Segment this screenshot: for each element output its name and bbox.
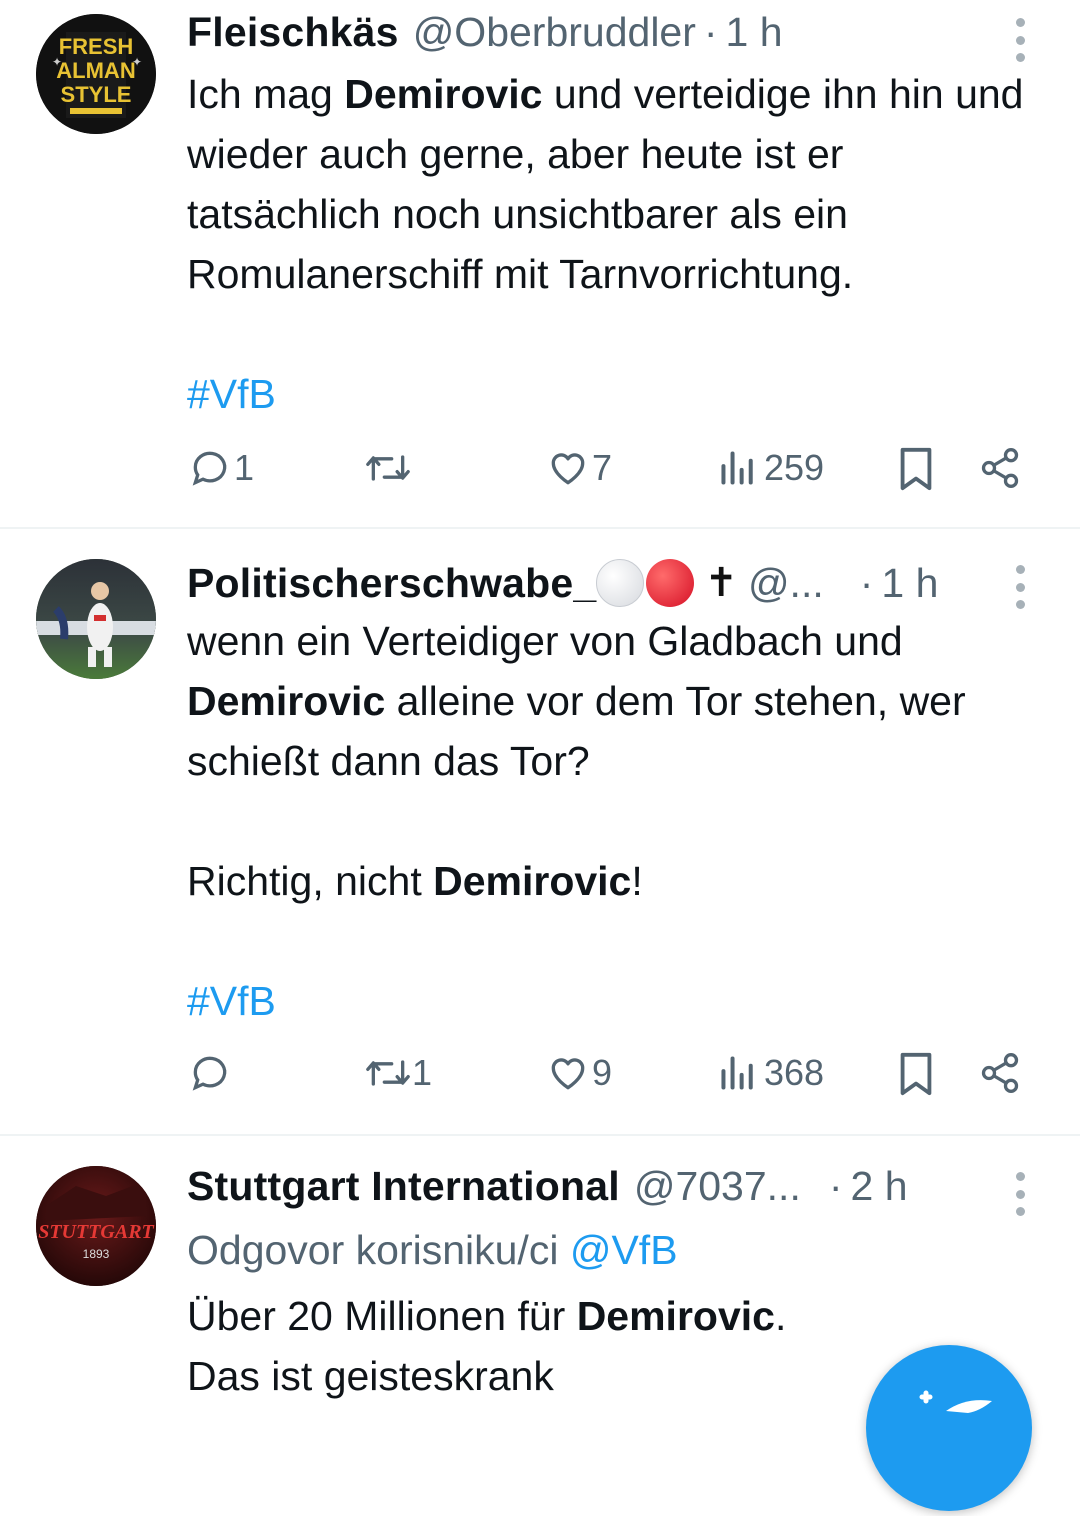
more-icon[interactable] [1010, 1172, 1030, 1216]
share-icon [981, 448, 1019, 488]
views-icon [721, 1056, 753, 1090]
hashtag-link[interactable]: #VfB [187, 978, 276, 1024]
like-count: 7 [592, 447, 613, 488]
white-circle-icon [596, 559, 645, 607]
tweet-header: Stuttgart International @7037... · 2 h [187, 1158, 1010, 1214]
share-button[interactable] [978, 446, 1022, 490]
compose-button[interactable] [866, 1345, 1032, 1511]
compose-icon [919, 1390, 992, 1413]
user-handle[interactable]: @Oberbruddler [413, 9, 696, 56]
tweet-header: Politischerschwabe_ ✝ @... · 1 h [187, 555, 1010, 611]
separator-dot: · [703, 8, 718, 55]
bookmark-button[interactable] [896, 446, 936, 492]
timestamp[interactable]: 1 h [726, 9, 783, 56]
more-icon[interactable] [1010, 565, 1030, 609]
like-count: 9 [592, 1052, 613, 1093]
views-count: 259 [764, 447, 825, 488]
retweet-count: 1 [412, 1052, 433, 1093]
views-button[interactable]: 259 [718, 446, 824, 490]
like-icon [551, 1058, 585, 1090]
avatar-text-1: FRESH [59, 34, 134, 59]
timestamp[interactable]: 1 h [881, 560, 938, 607]
tweet-paragraph: Richtig, nicht Demirovic! [187, 851, 1040, 911]
separator-dot: · [859, 559, 874, 606]
views-count: 368 [764, 1052, 825, 1093]
tweet-2[interactable]: Politischerschwabe_ ✝ @... · 1 h wenn ei… [0, 529, 1080, 1134]
share-button[interactable] [978, 1051, 1022, 1095]
tweet-text: wenn ein Verteidiger von Gladbach und De… [187, 611, 1040, 1031]
retweet-icon [366, 1060, 410, 1086]
bold-keyword: Demirovic [344, 71, 543, 117]
timestamp[interactable]: 2 h [851, 1163, 908, 1210]
tweet-paragraph: Ich mag Demirovic und verteidige ihn hin… [187, 64, 1040, 304]
svg-text:✦: ✦ [52, 55, 62, 69]
tweet-paragraph: wenn ein Verteidiger von Gladbach und De… [187, 611, 1040, 791]
reply-icon [192, 1056, 227, 1091]
avatar-text: STUTTGART [38, 1221, 154, 1243]
mention-link[interactable]: @VfB [570, 1227, 678, 1273]
bold-keyword: Demirovic [433, 858, 632, 904]
text-segment: Über 20 Millionen für [187, 1293, 577, 1339]
display-name[interactable]: Fleischkäs [187, 9, 399, 56]
like-button[interactable]: 9 [546, 1051, 612, 1095]
avatar-year: 1893 [83, 1247, 110, 1261]
user-handle[interactable]: @7037... [634, 1163, 801, 1210]
avatar-text-2: ALMAN [56, 58, 135, 83]
action-bar: 1 7 259 [0, 446, 1080, 506]
red-circle-icon [646, 559, 695, 607]
bookmark-button[interactable] [896, 1051, 936, 1097]
cross-icon: ✝ [704, 561, 738, 605]
retweet-button[interactable]: 1 [364, 1051, 432, 1095]
text-segment: wenn ein Verteidiger von Gladbach und [187, 618, 903, 664]
retweet-button[interactable] [364, 446, 412, 490]
tweet-1[interactable]: FRESH ALMAN STYLE ✦ ✦ Fleischkäs @Oberbr… [0, 0, 1080, 528]
text-segment: Richtig, nicht [187, 858, 434, 904]
share-icon [981, 1053, 1019, 1093]
tweet-header: Fleischkäs @Oberbruddler · 1 h [187, 4, 1010, 60]
hashtag-link[interactable]: #VfB [187, 371, 276, 417]
avatar[interactable]: FRESH ALMAN STYLE ✦ ✦ [36, 14, 156, 134]
reply-context: Odgovor korisniku/ci @VfB [187, 1220, 1040, 1280]
reply-icon [192, 451, 227, 486]
views-icon [721, 451, 753, 485]
tweet-text: Ich mag Demirovic und verteidige ihn hin… [187, 64, 1040, 424]
reply-prefix: Odgovor korisniku/ci [187, 1227, 559, 1273]
more-icon[interactable] [1010, 18, 1030, 62]
bookmark-icon [900, 1052, 932, 1096]
bold-keyword: Demirovic [576, 1293, 775, 1339]
action-bar: 1 9 368 [0, 1051, 1080, 1111]
text-segment: . [774, 1293, 787, 1339]
text-segment: Ich mag [187, 71, 345, 117]
reply-count: 1 [234, 447, 255, 488]
avatar[interactable] [36, 559, 156, 679]
user-handle[interactable]: @... [748, 560, 824, 607]
bold-keyword: Demirovic [187, 678, 386, 724]
views-button[interactable]: 368 [718, 1051, 824, 1095]
like-icon [551, 453, 585, 485]
avatar[interactable]: STUTTGART 1893 [36, 1166, 156, 1286]
display-name[interactable]: Politischerschwabe_ [187, 560, 596, 607]
svg-text:✦: ✦ [132, 55, 142, 69]
avatar-text-3: STYLE [61, 82, 132, 107]
retweet-icon [366, 455, 410, 481]
bookmark-icon [900, 447, 932, 491]
reply-button[interactable] [188, 1051, 232, 1095]
tweet-paragraph: Über 20 Millionen für Demirovic. [187, 1286, 1040, 1346]
display-name[interactable]: Stuttgart International [187, 1163, 620, 1210]
separator-dot: · [828, 1162, 843, 1209]
reply-button[interactable]: 1 [188, 446, 254, 490]
text-segment: ! [631, 858, 643, 904]
like-button[interactable]: 7 [546, 446, 612, 490]
